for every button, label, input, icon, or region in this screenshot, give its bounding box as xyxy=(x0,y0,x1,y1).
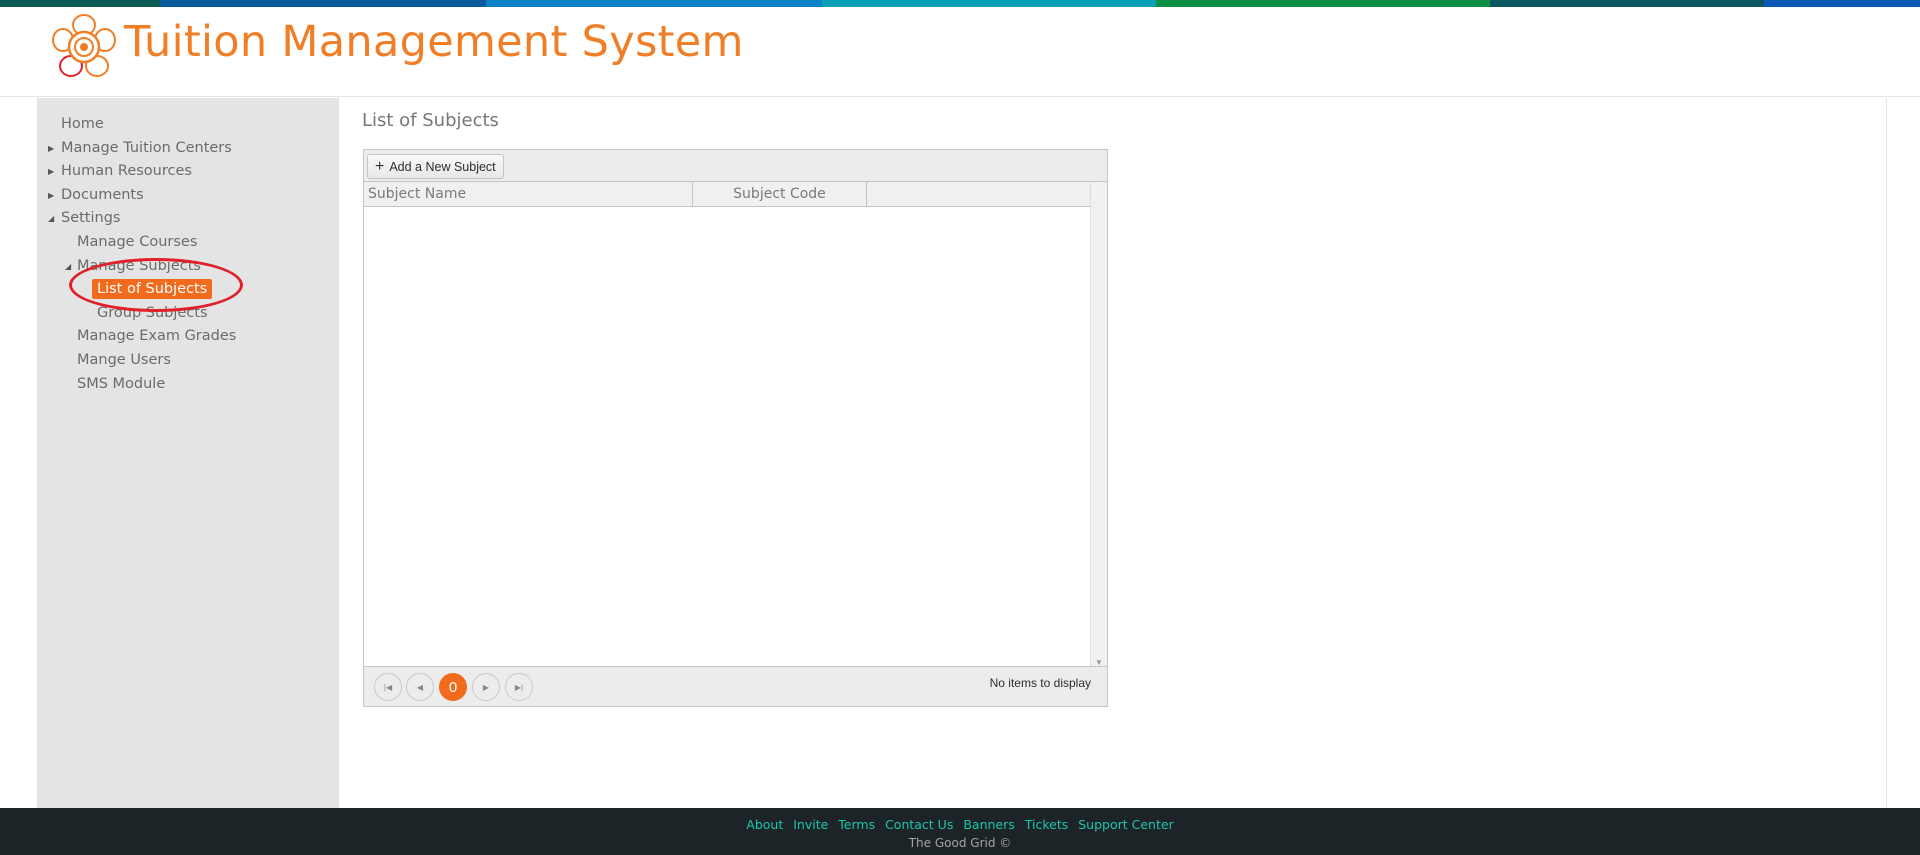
grid-body xyxy=(364,208,1091,669)
add-subject-button[interactable]: + Add a New Subject xyxy=(367,154,504,179)
footer-links: About Invite Terms Contact Us Banners Ti… xyxy=(0,808,1920,832)
nav-item-home[interactable]: Home xyxy=(37,113,339,137)
nav-label: Group Subjects xyxy=(97,304,208,321)
footer-link-invite[interactable]: Invite xyxy=(793,817,828,832)
expand-arrow-icon[interactable]: ▶ xyxy=(48,160,54,184)
grid-toolbar: + Add a New Subject xyxy=(364,150,1107,182)
pager-info: No items to display xyxy=(989,676,1091,690)
footer-copyright: The Good Grid © xyxy=(908,836,1012,850)
nav-label-selected: List of Subjects xyxy=(92,279,213,300)
nav-item-manage-subjects[interactable]: ◢ Manage Subjects xyxy=(37,255,339,279)
nav-item-documents[interactable]: ▶ Documents xyxy=(37,184,339,208)
current-page[interactable]: 0 xyxy=(439,673,467,701)
expand-arrow-icon[interactable]: ▶ xyxy=(48,184,54,208)
grid-header: Subject Name Subject Code xyxy=(364,182,1107,207)
nav-label: SMS Module xyxy=(77,375,166,392)
footer: About Invite Terms Contact Us Banners Ti… xyxy=(0,808,1920,855)
first-page-icon[interactable]: |◀ xyxy=(374,673,402,701)
nav-label: Manage Courses xyxy=(77,233,198,250)
nav-label: Manage Tuition Centers xyxy=(61,139,232,156)
nav-item-manage-courses[interactable]: Manage Courses xyxy=(37,231,339,255)
top-color-stripe xyxy=(0,0,1920,7)
footer-link-contact-us[interactable]: Contact Us xyxy=(885,817,953,832)
collapse-arrow-icon[interactable]: ◢ xyxy=(48,207,54,231)
add-subject-label: Add a New Subject xyxy=(389,159,496,174)
prev-page-icon[interactable]: ◀ xyxy=(406,673,434,701)
footer-link-banners[interactable]: Banners xyxy=(963,817,1014,832)
column-header-actions xyxy=(867,182,1091,207)
nav-label: Manage Exam Grades xyxy=(77,328,237,345)
nav-item-settings[interactable]: ◢ Settings xyxy=(37,207,339,231)
subjects-grid: + Add a New Subject Subject Name Subject… xyxy=(363,149,1108,707)
footer-link-tickets[interactable]: Tickets xyxy=(1025,817,1069,832)
main-content: List of Subjects + Add a New Subject Sub… xyxy=(339,98,1887,808)
plus-icon: + xyxy=(375,157,385,175)
footer-link-support-center[interactable]: Support Center xyxy=(1078,817,1173,832)
flower-logo-icon xyxy=(52,14,116,77)
nav-item-manage-exam-grades[interactable]: Manage Exam Grades xyxy=(37,325,339,349)
page-title: List of Subjects xyxy=(362,110,499,131)
grid-pager: |◀ ◀ 0 ▶ ▶| No items to display xyxy=(364,666,1107,706)
footer-link-terms[interactable]: Terms xyxy=(838,817,875,832)
grid-scrollbar[interactable]: ▼ xyxy=(1090,182,1107,669)
last-page-icon[interactable]: ▶| xyxy=(505,673,533,701)
app-header: Tuition Management System xyxy=(0,7,1920,97)
nav-label: Settings xyxy=(61,210,121,227)
nav-item-manage-tuition-centers[interactable]: ▶ Manage Tuition Centers xyxy=(37,137,339,161)
nav-item-human-resources[interactable]: ▶ Human Resources xyxy=(37,160,339,184)
sidebar-nav: Home ▶ Manage Tuition Centers ▶ Human Reso… xyxy=(37,98,339,808)
collapse-arrow-icon[interactable]: ◢ xyxy=(65,255,71,279)
nav-item-list-of-subjects[interactable]: List of Subjects xyxy=(37,278,339,302)
nav-label: Mange Users xyxy=(77,351,171,368)
nav-item-manage-users[interactable]: Mange Users xyxy=(37,349,339,373)
nav-label: Manage Subjects xyxy=(77,257,201,274)
column-header-subject-code[interactable]: Subject Code xyxy=(693,182,867,207)
next-page-icon[interactable]: ▶ xyxy=(472,673,500,701)
nav-label: Documents xyxy=(61,186,144,203)
nav-label: Human Resources xyxy=(61,163,192,180)
app-title: Tuition Management System xyxy=(124,17,744,67)
nav-item-sms-module[interactable]: SMS Module xyxy=(37,373,339,397)
nav-label: Home xyxy=(61,116,104,132)
footer-link-about[interactable]: About xyxy=(746,817,783,832)
expand-arrow-icon[interactable]: ▶ xyxy=(48,137,54,161)
column-header-subject-name[interactable]: Subject Name xyxy=(364,182,693,207)
nav-item-group-subjects[interactable]: Group Subjects xyxy=(37,302,339,326)
